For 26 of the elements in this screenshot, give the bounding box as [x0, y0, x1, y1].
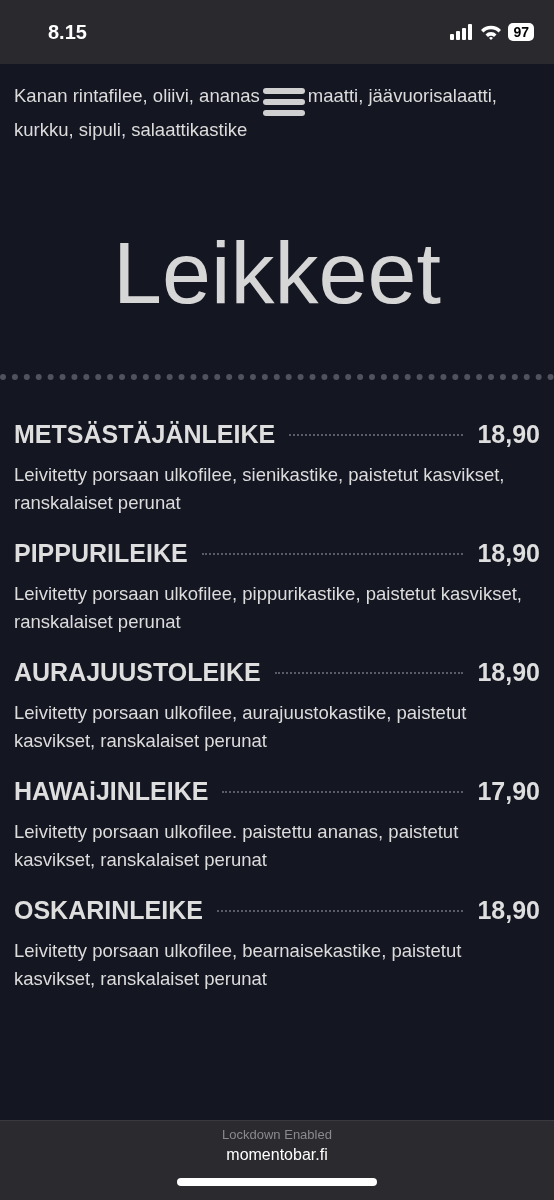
- dish-name: OSKARINLEIKE: [14, 896, 203, 925]
- dish-name: PIPPURILEIKE: [14, 539, 188, 568]
- dish-description: Leivitetty porsaan ulkofilee, bearnaisekastike, paistetut kasvikset, ranskalaiset perunat: [14, 939, 463, 991]
- wifi-icon: [480, 24, 503, 40]
- dish-name: METSÄSTÄJÄNLEIKE: [14, 420, 276, 449]
- item-description: Kanan rintafilee, oliivi, ananas: [14, 84, 260, 108]
- dish-name: AURAJUUSTOLEIKE: [14, 658, 261, 687]
- dish-price: 18,90: [477, 658, 540, 687]
- dish-price: 17,90: [477, 777, 540, 806]
- dish-price: 18,90: [477, 420, 540, 449]
- status-time: 8.15: [48, 20, 87, 44]
- section-title: Leikkeet: [112, 222, 442, 324]
- dish-description: Leivitetty porsaan ulkofilee, sienikastike, paistetut kasvikset, ranskalaiset perunat: [14, 463, 506, 515]
- dish-price: 18,90: [477, 896, 540, 925]
- signal-icon: [450, 24, 475, 40]
- battery-level: 97: [508, 23, 534, 41]
- item-description: maatti, jäävuorisalaatti,: [307, 84, 497, 108]
- address-bar[interactable]: momentobar.fi: [226, 1146, 328, 1164]
- menu-icon[interactable]: [262, 88, 305, 116]
- dish-description: Leivitetty porsaan ulkofilee, aurajuustokastike, paistetut kasvikset, ranskalaiset perunat: [14, 701, 468, 753]
- lockdown-notice: Lockdown Enabled: [222, 1127, 332, 1142]
- dish-description: Leivitetty porsaan ulkofilee, pippurikastike, paistetut kasvikset, ranskalaiset perunat: [14, 582, 523, 634]
- dish-description: Leivitetty porsaan ulkofilee. paistettu ananas, paistetut kasvikset, ranskalaiset perunat: [14, 820, 460, 872]
- dish-name: HAWAiJINLEIKE: [14, 777, 209, 806]
- dish-price: 18,90: [477, 539, 540, 568]
- item-description: kurkku, sipuli, salaattikastike: [14, 119, 248, 140]
